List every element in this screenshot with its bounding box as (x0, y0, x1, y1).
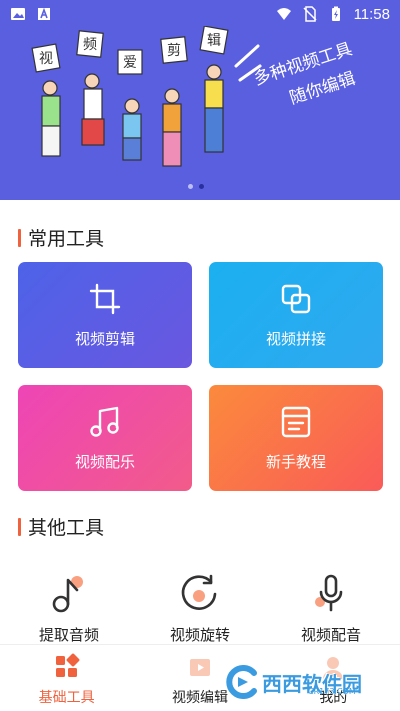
crop-icon (89, 283, 121, 314)
video-trim-card[interactable]: 视频剪辑 (18, 262, 192, 368)
video-merge-card[interactable]: 视频拼接 (209, 262, 383, 368)
section-title: 常用工具 (28, 228, 105, 250)
status-bar: 11:58 (0, 0, 400, 28)
sign-text: 辑 (207, 33, 221, 49)
other-tools-header: 其他工具 (18, 513, 104, 540)
music-note-icon (90, 406, 119, 437)
no-sim-icon (303, 6, 317, 22)
banner-slogan: 多种视频工具 随你编辑 (250, 26, 390, 118)
video-edit-icon (189, 659, 210, 676)
watermark-subtext: CR173.COM (308, 687, 356, 696)
document-icon (281, 406, 311, 437)
video-music-card[interactable]: 视频配乐 (18, 385, 192, 491)
nav-basic-tools[interactable]: 基础工具 (0, 645, 133, 711)
sign-text: 视 (39, 51, 53, 67)
common-tools-header: 常用工具 (18, 224, 104, 251)
rotate-icon (181, 574, 217, 610)
keyboard-notification-icon (38, 7, 50, 20)
nav-label: 基础工具 (38, 690, 95, 706)
page-dot-active (199, 184, 204, 189)
tool-label: 提取音频 (38, 626, 99, 644)
rotate-video-tool[interactable]: 视频旋转 (145, 572, 255, 645)
tool-label: 视频旋转 (169, 626, 230, 644)
battery-charging-icon (331, 6, 340, 21)
status-time: 11:58 (353, 5, 390, 23)
image-notification-icon (11, 8, 25, 20)
banner-page-indicator (188, 184, 204, 189)
card-label: 视频剪辑 (74, 329, 135, 348)
sign-text: 频 (83, 37, 97, 53)
tutorial-card[interactable]: 新手教程 (209, 385, 383, 491)
sign-text: 剪 (167, 43, 181, 59)
dub-video-tool[interactable]: 视频配音 (276, 572, 386, 645)
jumping-people-illustration: 视 频 爱 剪 辑 (31, 26, 262, 167)
top-banner[interactable]: 11:58 视 频 爱 剪 辑 多种视频工具 随你编辑 (0, 0, 400, 200)
site-watermark: 西西软件园 CR173.COM (224, 663, 382, 701)
card-label: 视频拼接 (265, 329, 326, 348)
section-accent-bar (18, 517, 21, 536)
page-dot (188, 184, 193, 189)
microphone-icon (315, 574, 343, 612)
audio-note-icon (52, 576, 83, 613)
section-accent-bar (18, 228, 21, 247)
wifi-icon (276, 8, 291, 20)
section-title: 其他工具 (28, 517, 105, 539)
tool-label: 视频配音 (300, 626, 361, 644)
sign-text: 爱 (123, 55, 137, 71)
watermark-logo-icon (226, 665, 257, 699)
nav-label: 视频编辑 (171, 690, 228, 706)
card-label: 视频配乐 (74, 452, 135, 471)
extract-audio-tool[interactable]: 提取音频 (14, 572, 124, 645)
merge-squares-icon (281, 284, 311, 313)
card-label: 新手教程 (265, 452, 326, 471)
grid-tools-icon (55, 653, 80, 677)
